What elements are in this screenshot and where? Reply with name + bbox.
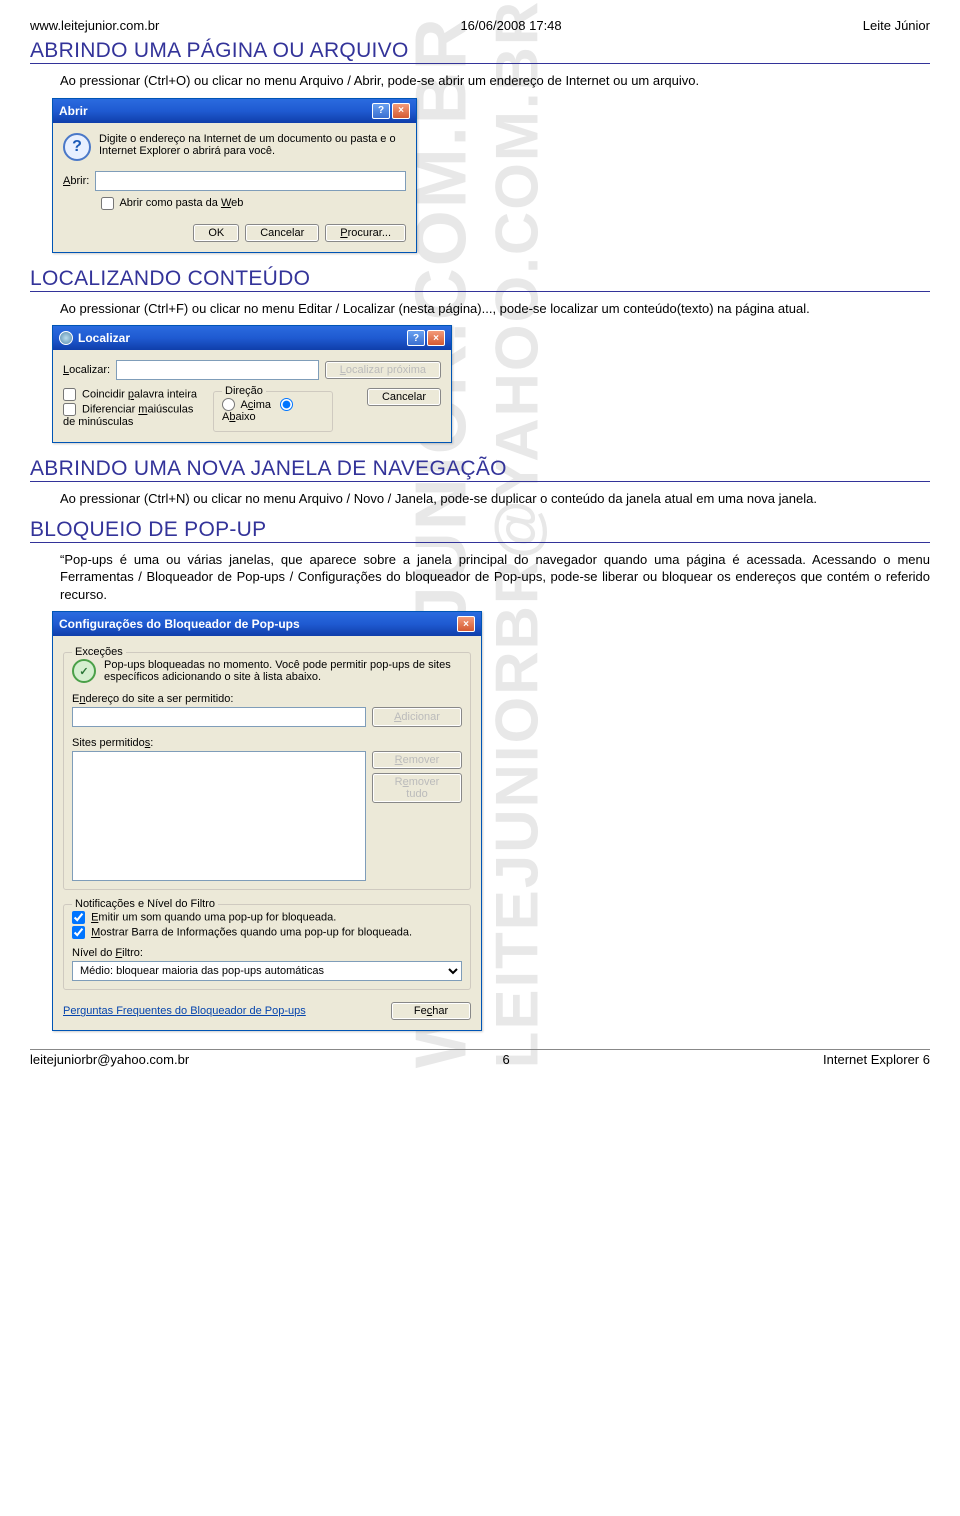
close-icon[interactable]: × [457, 616, 475, 632]
localizar-dialog-titlebar: Localizar ? × [53, 326, 451, 350]
check-case[interactable] [63, 403, 76, 416]
close-icon[interactable]: × [427, 330, 445, 346]
popup-blocker-dialog: Configurações do Bloqueador de Pop-ups ×… [52, 611, 930, 1031]
ok-button[interactable]: OK [193, 224, 239, 242]
direction-group-title: Direção [222, 385, 266, 397]
section-title-popup: BLOQUEIO DE POP-UP [30, 518, 930, 543]
allowed-sites-label: Sites permitidos: [72, 737, 462, 749]
section-para-popup: “Pop-ups é uma ou várias janelas, que ap… [60, 551, 930, 604]
abrir-input[interactable] [95, 171, 406, 191]
check-icon: ✓ [72, 659, 96, 683]
localizar-label: Localizar: [63, 364, 110, 376]
check-word-label[interactable]: Coincidir palavra inteira [63, 388, 203, 401]
exceptions-group-title: Exceções [72, 646, 126, 658]
exceptions-text: Pop-ups bloqueadas no momento. Você pode… [104, 659, 462, 683]
localizar-dialog-title: Localizar [78, 331, 130, 345]
help-icon[interactable]: ? [372, 103, 390, 119]
find-next-button[interactable]: Localizar próxima [325, 361, 441, 379]
notifications-group-title: Notificações e Nível do Filtro [72, 898, 218, 910]
address-label: Endereço do site a ser permitido: [72, 693, 462, 705]
cancel-button[interactable]: Cancelar [367, 388, 441, 406]
page-header: www.leitejunior.com.br 16/06/2008 17:48 … [30, 18, 930, 33]
browse-button[interactable]: Procurar... [325, 224, 406, 242]
check-word[interactable] [63, 388, 76, 401]
help-icon[interactable]: ? [407, 330, 425, 346]
radio-up[interactable] [222, 398, 235, 411]
footer-right: Internet Explorer 6 [823, 1052, 930, 1067]
abrir-label: Abrir: [63, 175, 89, 187]
close-button[interactable]: Fechar [391, 1002, 471, 1020]
header-left: www.leitejunior.com.br [30, 18, 159, 33]
header-right: Leite Júnior [863, 18, 930, 33]
filter-level-label: Nível do Filtro: [72, 947, 462, 959]
header-center: 16/06/2008 17:48 [460, 18, 561, 33]
radio-down[interactable] [280, 398, 293, 411]
abrir-prompt: Digite o endereço na Internet de um docu… [99, 133, 406, 161]
cancel-button[interactable]: Cancelar [245, 224, 319, 242]
allowed-sites-listbox[interactable] [72, 751, 366, 881]
footer-center: 6 [502, 1052, 509, 1067]
localizar-dialog: Localizar ? × Localizar: Localizar próxi… [52, 325, 930, 443]
abrir-check-web[interactable] [101, 197, 114, 210]
faq-link[interactable]: Perguntas Frequentes do Bloqueador de Po… [63, 1005, 306, 1017]
question-icon: ? [63, 133, 91, 161]
abrir-check-web-label[interactable]: Abrir como pasta da Web [101, 197, 243, 209]
section-para-localizando: Ao pressionar (Ctrl+F) ou clicar no menu… [60, 300, 930, 318]
check-sound-label[interactable]: Emitir um som quando uma pop-up for bloq… [72, 911, 462, 924]
check-case-label[interactable]: Diferenciar maiúsculas de minúsculas [63, 403, 203, 428]
close-icon[interactable]: × [392, 103, 410, 119]
check-sound[interactable] [72, 911, 85, 924]
check-bar-label[interactable]: Mostrar Barra de Informações quando uma … [72, 926, 462, 939]
filter-level-select[interactable]: Médio: bloquear maioria das pop-ups auto… [72, 961, 462, 981]
section-para-abrindo-pagina: Ao pressionar (Ctrl+O) ou clicar no menu… [60, 72, 930, 90]
section-title-localizando: LOCALIZANDO CONTEÚDO [30, 267, 930, 292]
page-footer: leitejuniorbr@yahoo.com.br 6 Internet Ex… [30, 1049, 930, 1067]
radio-up-label[interactable]: Acima [222, 399, 271, 411]
section-para-nova-janela: Ao pressionar (Ctrl+N) ou clicar no menu… [60, 490, 930, 508]
check-bar[interactable] [72, 926, 85, 939]
add-button[interactable]: Adicionar [372, 707, 462, 727]
remove-all-button[interactable]: Remover tudo [372, 773, 462, 803]
section-title-abrindo-pagina: ABRINDO UMA PÁGINA OU ARQUIVO [30, 39, 930, 64]
address-input[interactable] [72, 707, 366, 727]
popup-dialog-title: Configurações do Bloqueador de Pop-ups [59, 617, 300, 631]
remove-button[interactable]: Remover [372, 751, 462, 769]
abrir-dialog-title: Abrir [59, 104, 88, 118]
popup-dialog-titlebar: Configurações do Bloqueador de Pop-ups × [53, 612, 481, 636]
abrir-dialog: Abrir ? × ? Digite o endereço na Interne… [52, 98, 930, 253]
localizar-input[interactable] [116, 360, 319, 380]
search-icon [59, 331, 73, 345]
abrir-dialog-titlebar: Abrir ? × [53, 99, 416, 123]
section-title-nova-janela: ABRINDO UMA NOVA JANELA DE NAVEGAÇÃO [30, 457, 930, 482]
footer-left: leitejuniorbr@yahoo.com.br [30, 1052, 189, 1067]
